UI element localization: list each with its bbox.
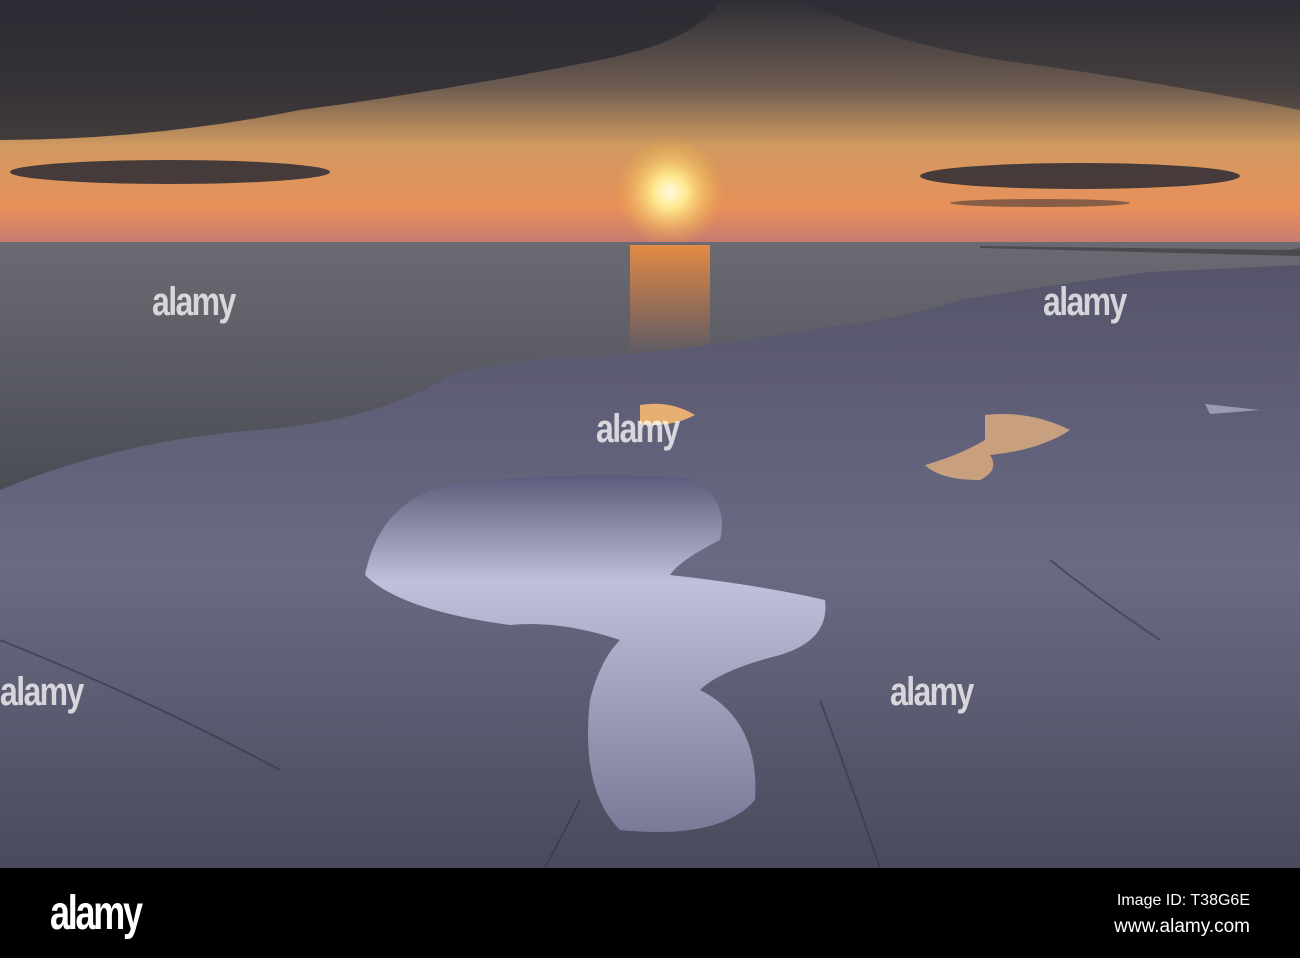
sun xyxy=(615,137,725,247)
alamy-logo: alamy xyxy=(50,887,143,940)
footer-bar: alamy Image ID: T38G6E www.alamy.com xyxy=(0,868,1300,958)
website-url: www.alamy.com xyxy=(1114,916,1250,937)
watermark-text: alamy xyxy=(596,407,680,451)
watermark-text: alamy xyxy=(152,280,236,324)
sun-reflection xyxy=(630,245,710,355)
watermark-text: alamy xyxy=(0,670,84,714)
watermark-text: alamy xyxy=(890,670,974,714)
image-id: Image ID: T38G6E xyxy=(1116,892,1250,909)
watermark-text: alamy xyxy=(1043,280,1127,324)
stock-photo-page: alamy alamy alamy alamy alamy alamy Imag… xyxy=(0,0,1300,958)
